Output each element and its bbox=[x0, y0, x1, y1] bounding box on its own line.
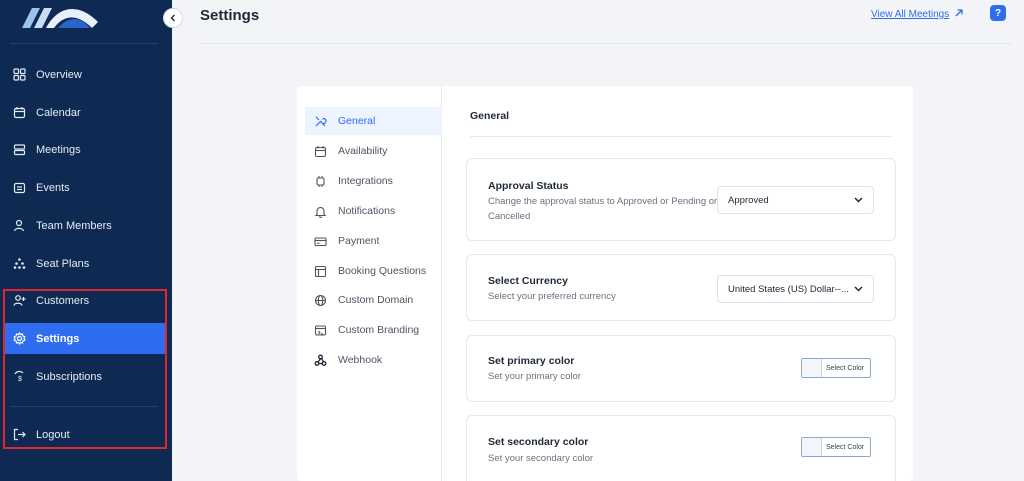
settings-tab-integrations[interactable]: Integrations bbox=[305, 167, 442, 195]
settings-card: General Availability Integrations Notifi… bbox=[297, 86, 913, 481]
sidebar-item-label: Calendar bbox=[36, 106, 81, 119]
settings-tab-availability[interactable]: Availability bbox=[305, 137, 442, 165]
setting-description: Select your preferred currency bbox=[488, 291, 616, 302]
collapse-sidebar-button[interactable] bbox=[163, 8, 183, 28]
seat-plans-icon bbox=[12, 257, 26, 271]
approval-status-setting: Approval Status Change the approval stat… bbox=[466, 158, 896, 241]
secondary-color-setting: Set secondary color Set your secondary c… bbox=[466, 415, 896, 481]
sidebar-item-label: Settings bbox=[36, 332, 80, 345]
color-swatch bbox=[802, 359, 822, 377]
secondary-color-picker[interactable]: Select Color bbox=[801, 437, 871, 457]
sidebar-item-label: Seat Plans bbox=[36, 257, 90, 270]
setting-description: Set your primary color bbox=[488, 371, 581, 382]
sidebar-item-label: Meetings bbox=[36, 143, 81, 156]
sidebar-item-label: Customers bbox=[36, 294, 90, 307]
select-color-label: Select Color bbox=[826, 364, 865, 372]
chevron-down-icon bbox=[854, 284, 863, 295]
meetings-icon bbox=[12, 143, 26, 157]
sidebar-item-calendar[interactable]: Calendar bbox=[4, 97, 165, 128]
settings-nav: General Availability Integrations Notifi… bbox=[297, 86, 442, 481]
settings-tab-label: General bbox=[338, 115, 376, 127]
header-divider bbox=[200, 43, 1012, 44]
logout-button[interactable]: Logout bbox=[4, 419, 165, 450]
view-all-meetings-label: View All Meetings bbox=[871, 9, 950, 20]
bell-icon bbox=[313, 204, 327, 218]
branding-icon bbox=[313, 323, 327, 337]
globe-icon bbox=[313, 293, 327, 307]
availability-icon bbox=[313, 144, 327, 158]
select-value: United States (US) Dollar--... bbox=[728, 283, 849, 295]
section-divider bbox=[470, 136, 892, 137]
settings-tab-label: Custom Domain bbox=[338, 294, 414, 306]
chevron-down-icon bbox=[854, 195, 863, 206]
setting-description: Set your secondary color bbox=[488, 453, 594, 464]
help-icon[interactable]: ? bbox=[990, 5, 1006, 21]
logout-icon bbox=[12, 428, 26, 442]
calendar-icon bbox=[12, 106, 26, 120]
webhook-icon bbox=[313, 353, 327, 367]
settings-tab-general[interactable]: General bbox=[305, 107, 442, 135]
settings-tab-label: Notifications bbox=[338, 205, 396, 217]
events-icon bbox=[12, 181, 26, 195]
section-title: General bbox=[470, 110, 510, 122]
setting-label: Select Currency bbox=[488, 275, 568, 287]
select-color-label: Select Color bbox=[826, 443, 865, 451]
questions-icon bbox=[313, 264, 327, 278]
sidebar-item-overview[interactable]: Overview bbox=[4, 59, 165, 90]
setting-label: Set primary color bbox=[488, 355, 575, 367]
settings-tab-payment[interactable]: Payment bbox=[305, 227, 442, 255]
customers-icon bbox=[12, 294, 26, 308]
sidebar-item-subscriptions[interactable]: $ Subscriptions bbox=[4, 361, 165, 392]
grid-icon bbox=[12, 68, 26, 82]
settings-tab-booking-questions[interactable]: Booking Questions bbox=[305, 257, 442, 285]
setting-description: Change the approval status to Approved o… bbox=[488, 196, 718, 222]
card-icon bbox=[313, 234, 327, 248]
color-swatch bbox=[802, 438, 822, 456]
select-value: Approved bbox=[728, 194, 769, 206]
gear-icon bbox=[12, 332, 26, 346]
settings-tab-label: Payment bbox=[338, 235, 380, 247]
sidebar-divider-bottom bbox=[10, 406, 158, 407]
sidebar-divider-top bbox=[10, 43, 158, 44]
help-label: ? bbox=[994, 7, 1002, 19]
sidebar-item-label: Events bbox=[36, 181, 70, 194]
brand-logo bbox=[22, 8, 98, 28]
primary-color-setting: Set primary color Set your primary color… bbox=[466, 335, 896, 402]
currency-setting: Select Currency Select your preferred cu… bbox=[466, 254, 896, 321]
arrow-up-right-icon bbox=[955, 9, 963, 20]
settings-tab-custom-branding[interactable]: Custom Branding bbox=[305, 316, 442, 344]
sidebar-item-label: Team Members bbox=[36, 219, 112, 232]
settings-tab-label: Custom Branding bbox=[338, 324, 420, 336]
setting-label: Approval Status bbox=[488, 180, 569, 192]
integrations-icon bbox=[313, 174, 327, 188]
sidebar-item-meetings[interactable]: Meetings bbox=[4, 134, 165, 165]
svg-text:$: $ bbox=[18, 376, 22, 383]
sidebar-item-team-members[interactable]: Team Members bbox=[4, 210, 165, 241]
settings-tab-label: Booking Questions bbox=[338, 265, 427, 277]
logout-label: Logout bbox=[36, 428, 70, 441]
approval-status-select[interactable]: Approved bbox=[717, 186, 874, 214]
sidebar-item-customers[interactable]: Customers bbox=[4, 285, 165, 316]
settings-tab-custom-domain[interactable]: Custom Domain bbox=[305, 286, 442, 314]
page-title: Settings bbox=[200, 7, 260, 24]
sidebar-item-settings[interactable]: Settings bbox=[4, 323, 165, 354]
settings-tab-webhook[interactable]: Webhook bbox=[305, 346, 442, 374]
primary-color-picker[interactable]: Select Color bbox=[801, 358, 871, 378]
sidebar: Overview Calendar Meetings Events Team M… bbox=[0, 0, 172, 481]
settings-tab-label: Availability bbox=[338, 145, 388, 157]
settings-tab-notifications[interactable]: Notifications bbox=[305, 197, 442, 225]
setting-label: Set secondary color bbox=[488, 436, 589, 448]
settings-tab-label: Integrations bbox=[338, 175, 393, 187]
sidebar-item-seat-plans[interactable]: Seat Plans bbox=[4, 248, 165, 279]
sidebar-item-label: Subscriptions bbox=[36, 370, 103, 383]
chevron-left-icon bbox=[169, 9, 177, 27]
currency-select[interactable]: United States (US) Dollar--... bbox=[717, 275, 874, 303]
tools-icon bbox=[313, 114, 327, 128]
view-all-meetings-link[interactable]: View All Meetings bbox=[871, 9, 963, 20]
sidebar-item-events[interactable]: Events bbox=[4, 172, 165, 203]
settings-tab-label: Webhook bbox=[338, 354, 383, 366]
team-icon bbox=[12, 219, 26, 233]
sidebar-item-label: Overview bbox=[36, 68, 82, 81]
subscriptions-icon: $ bbox=[12, 370, 26, 384]
